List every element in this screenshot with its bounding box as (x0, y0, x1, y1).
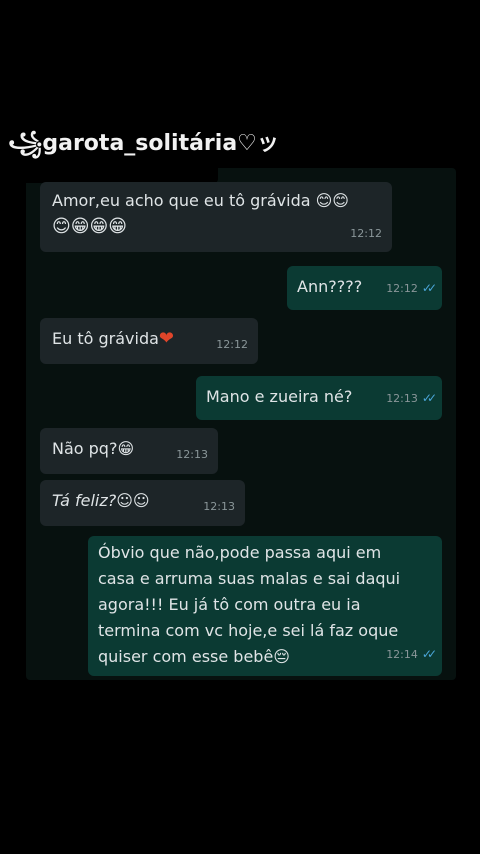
message-line: quiser com esse bebê😔 (98, 647, 290, 666)
message-bubble-incoming[interactable]: Eu tô grávida❤ 12:12 (40, 318, 258, 364)
read-receipt-icon: ✓✓ (421, 391, 437, 405)
username-watermark: ꧁garota_solitária♡ッ (0, 113, 279, 183)
username-text: ꧁garota_solitária♡ッ (8, 131, 279, 156)
message-time: 12:12 (386, 282, 418, 295)
message-time: 12:13 (176, 448, 208, 461)
read-receipt-icon: ✓✓ (421, 647, 437, 661)
message-bubble-outgoing[interactable]: Óbvio que não,pode passa aqui em casa e … (88, 536, 442, 676)
message-time: 12:12 (216, 338, 248, 351)
message-emoji-line: 😊😁😁😁 (52, 216, 128, 237)
message-text: Amor,eu acho que eu tô grávida 😊😊 (52, 191, 349, 210)
message-time-wrap: 12:12 ✓✓ (386, 275, 437, 302)
message-line: agora!!! Eu já tô com outra eu ia (98, 595, 361, 614)
message-line: Óbvio que não,pode passa aqui em (98, 543, 382, 562)
message-time-wrap: 12:13 ✓✓ (386, 385, 437, 412)
read-receipt-icon: ✓✓ (421, 281, 437, 295)
message-bubble-incoming[interactable]: Tá feliz?☺☺ 12:13 (40, 480, 245, 526)
message-bubble-outgoing[interactable]: Ann???? 12:12 ✓✓ (287, 266, 442, 310)
message-time: 12:13 (386, 392, 418, 405)
heart-emoji-icon: ❤ (158, 328, 174, 349)
message-time-wrap: 12:14 ✓✓ (386, 641, 437, 668)
message-time: 12:12 (350, 227, 382, 240)
message-time: 12:13 (203, 500, 235, 513)
message-bubble-incoming[interactable]: Amor,eu acho que eu tô grávida 😊😊 😊😁😁😁 1… (40, 182, 392, 252)
message-line: casa e arruma suas malas e sai daqui (98, 569, 401, 588)
message-bubble-incoming[interactable]: Não pq?😁 12:13 (40, 428, 218, 474)
message-text: Eu tô grávida (52, 329, 159, 348)
message-line: termina com vc hoje,e sei lá faz oque (98, 621, 399, 640)
message-bubble-outgoing[interactable]: Mano e zueira né? 12:13 ✓✓ (196, 376, 442, 420)
message-time: 12:14 (386, 648, 418, 661)
